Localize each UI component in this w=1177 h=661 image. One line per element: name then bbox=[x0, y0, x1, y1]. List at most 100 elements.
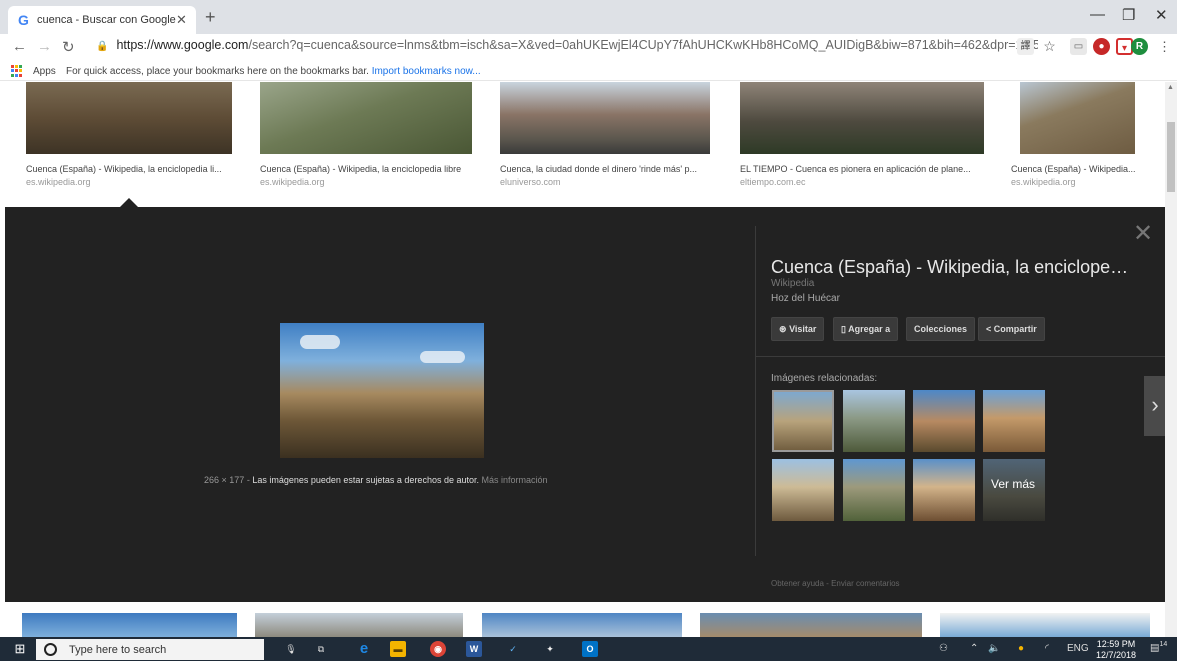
result-caption[interactable]: Cuenca (España) - Wikipedia, la enciclop… bbox=[26, 164, 251, 174]
people-icon[interactable]: ⚇ bbox=[939, 643, 948, 654]
related-image[interactable] bbox=[843, 459, 905, 521]
app-icon[interactable]: ✦ bbox=[542, 641, 558, 657]
forward-icon[interactable]: → bbox=[37, 38, 52, 55]
result-source: es.wikipedia.org bbox=[26, 177, 91, 187]
maximize-icon[interactable]: ❐ bbox=[1122, 6, 1135, 24]
result-source: es.wikipedia.org bbox=[260, 177, 325, 187]
profile-avatar[interactable]: R bbox=[1131, 38, 1148, 55]
more-info-link[interactable]: Más información bbox=[482, 475, 548, 485]
save-to-button[interactable]: ▯ Agregar a bbox=[833, 317, 899, 341]
chrome-icon[interactable]: ◉ bbox=[430, 641, 446, 657]
result-thumbnail[interactable] bbox=[255, 613, 463, 637]
result-thumbnail[interactable] bbox=[26, 82, 232, 154]
cortana-icon bbox=[44, 643, 57, 656]
result-thumbnail[interactable] bbox=[260, 82, 472, 154]
result-thumbnail[interactable] bbox=[740, 82, 984, 154]
browser-tab[interactable]: G cuenca - Buscar con Google ✕ bbox=[8, 6, 196, 34]
result-thumbnail[interactable] bbox=[482, 613, 682, 637]
onedrive-icon[interactable]: ✓ bbox=[505, 641, 521, 657]
browser-toolbar: ← → ↻ 🔒 https://www.google.com/search?q=c… bbox=[0, 34, 1177, 61]
result-thumbnail[interactable] bbox=[1020, 82, 1135, 154]
bookmarks-hint: For quick access, place your bookmarks h… bbox=[66, 66, 481, 77]
adblock-icon[interactable]: ● bbox=[1093, 38, 1110, 55]
result-thumbnail[interactable] bbox=[22, 613, 237, 637]
new-tab-icon[interactable]: + bbox=[205, 7, 216, 28]
feedback-link[interactable]: Enviar comentarios bbox=[831, 579, 899, 588]
result-caption[interactable]: Cuenca, la ciudad donde el dinero 'rinde… bbox=[500, 164, 725, 174]
address-bar[interactable]: 🔒 https://www.google.com/search?q=cuenca&… bbox=[96, 38, 1038, 58]
result-thumbnail[interactable] bbox=[940, 613, 1150, 637]
related-image[interactable] bbox=[843, 390, 905, 452]
preview-image[interactable] bbox=[280, 323, 484, 458]
windows-start-icon[interactable]: ⊞ bbox=[12, 641, 28, 657]
close-preview-icon[interactable]: ✕ bbox=[1133, 219, 1153, 248]
next-image-arrow-icon[interactable]: › bbox=[1144, 376, 1166, 436]
scrollbar-thumb[interactable] bbox=[1167, 122, 1175, 192]
scroll-up-arrow-icon[interactable]: ▲ bbox=[1167, 84, 1174, 91]
bookmarks-bar: Apps For quick access, place your bookma… bbox=[0, 61, 1177, 81]
task-view-icon[interactable]: ⧉ bbox=[313, 641, 329, 657]
share-button[interactable]: < Compartir bbox=[978, 317, 1045, 341]
close-window-icon[interactable]: ✕ bbox=[1155, 6, 1168, 24]
weather-icon[interactable]: ● bbox=[1018, 643, 1024, 654]
reload-icon[interactable]: ↻ bbox=[62, 38, 75, 56]
notifications-icon[interactable]: ▤14 bbox=[1150, 641, 1167, 653]
help-link[interactable]: Obtener ayuda bbox=[771, 579, 824, 588]
related-image[interactable] bbox=[913, 390, 975, 452]
related-image[interactable] bbox=[772, 459, 834, 521]
related-image[interactable] bbox=[913, 459, 975, 521]
preview-title[interactable]: Cuenca (España) - Wikipedia, la enciclop… bbox=[771, 257, 1128, 278]
extension-icon[interactable]: ▭ bbox=[1070, 38, 1087, 55]
panel-footer: Obtener ayuda - Enviar comentarios bbox=[771, 579, 900, 588]
language-indicator[interactable]: ENG bbox=[1067, 643, 1089, 654]
menu-icon[interactable]: ⋮ bbox=[1156, 38, 1173, 55]
tab-title: cuenca - Buscar con Google bbox=[37, 14, 176, 26]
share-icon: < bbox=[986, 324, 992, 334]
image-info: 266 × 177 - Las imágenes pueden estar su… bbox=[204, 475, 548, 485]
minimize-icon[interactable]: — bbox=[1090, 6, 1105, 23]
result-caption[interactable]: EL TIEMPO - Cuenca es pionera en aplicac… bbox=[740, 164, 990, 174]
volume-icon[interactable]: 🔈 bbox=[988, 643, 1000, 654]
collections-button[interactable]: Colecciones bbox=[906, 317, 976, 341]
apps-grid-icon[interactable] bbox=[11, 65, 23, 77]
taskbar-search-placeholder: Type here to search bbox=[69, 644, 167, 656]
import-bookmarks-link[interactable]: Import bookmarks now... bbox=[372, 66, 481, 77]
url-path: /search?q=cuenca&source=lnms&tbm=isch&sa… bbox=[248, 38, 1038, 52]
show-hidden-icons-icon[interactable]: ⌃ bbox=[970, 643, 978, 654]
word-icon[interactable]: W bbox=[466, 641, 482, 657]
taskbar-clock[interactable]: 12:59 PM 12/7/2018 bbox=[1096, 639, 1136, 661]
preview-site: Wikipedia bbox=[771, 278, 815, 289]
result-caption[interactable]: Cuenca (España) - Wikipedia... bbox=[1011, 164, 1151, 174]
microphone-icon[interactable]: 🎙 bbox=[283, 641, 299, 657]
taskbar-search[interactable]: Type here to search bbox=[36, 639, 264, 660]
google-favicon-icon: G bbox=[18, 12, 29, 28]
visit-button[interactable]: ⊛ Visitar bbox=[771, 317, 825, 341]
back-icon[interactable]: ← bbox=[12, 38, 27, 55]
bookmark-icon: ▯ bbox=[841, 324, 846, 334]
lock-icon: 🔒 bbox=[96, 41, 109, 52]
apps-link[interactable]: Apps bbox=[33, 66, 56, 77]
preview-subtitle: Hoz del Huécar bbox=[771, 293, 840, 304]
edge-icon[interactable]: e bbox=[356, 641, 372, 657]
result-thumbnail[interactable] bbox=[500, 82, 710, 154]
url-host: https://www.google.com bbox=[116, 38, 249, 52]
panel-divider bbox=[755, 226, 756, 556]
result-source: eluniverso.com bbox=[500, 177, 561, 187]
result-caption[interactable]: Cuenca (España) - Wikipedia, la enciclop… bbox=[260, 164, 485, 174]
result-source: eltiempo.com.ec bbox=[740, 177, 806, 187]
see-more-label[interactable]: Ver más bbox=[991, 477, 1035, 491]
bookmark-star-icon[interactable]: ☆ bbox=[1041, 38, 1058, 55]
file-explorer-icon[interactable]: ▬ bbox=[390, 641, 406, 657]
related-image[interactable] bbox=[983, 390, 1045, 452]
tab-strip: G cuenca - Buscar con Google ✕ + — ❐ ✕ bbox=[0, 0, 1177, 34]
related-images-label: Imágenes relacionadas: bbox=[771, 373, 878, 384]
wifi-icon[interactable]: ◜ bbox=[1045, 643, 1049, 654]
translate-icon[interactable]: 譯 bbox=[1017, 38, 1034, 55]
close-tab-icon[interactable]: ✕ bbox=[176, 12, 187, 28]
panel-divider bbox=[755, 356, 1165, 357]
related-image[interactable] bbox=[772, 390, 834, 452]
result-thumbnail[interactable] bbox=[700, 613, 922, 637]
result-source: es.wikipedia.org bbox=[1011, 177, 1076, 187]
outlook-icon[interactable]: O bbox=[582, 641, 598, 657]
globe-icon: ⊛ bbox=[779, 324, 787, 334]
